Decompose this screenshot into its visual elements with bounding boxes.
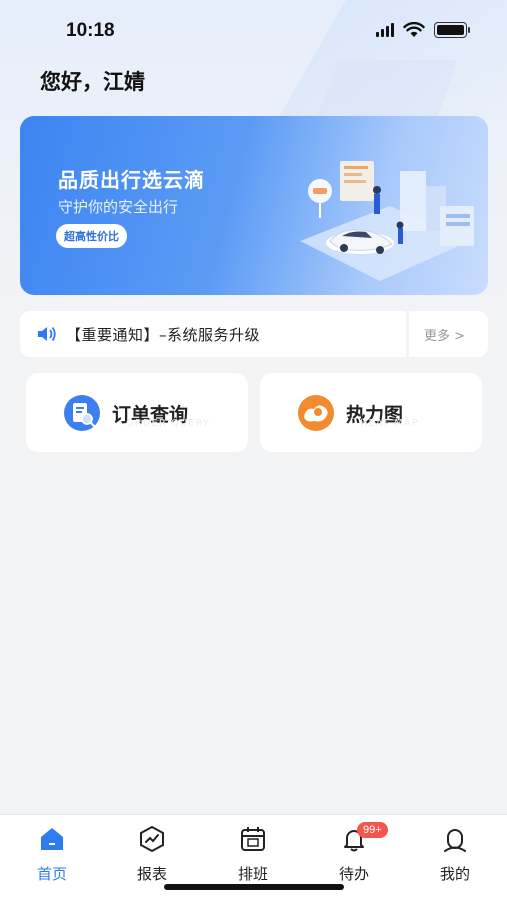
tab-label: 我的	[439, 865, 470, 883]
user-icon	[444, 829, 466, 852]
greeting-title: 您好，江婧	[40, 70, 145, 94]
battery-icon	[434, 22, 470, 38]
promo-banner[interactable]: 品质出行选云滴 守护你的安全出行 超高性价比	[20, 116, 488, 295]
order-search-icon	[64, 395, 100, 431]
tab-label: 待办	[338, 865, 369, 883]
wifi-icon	[403, 22, 425, 37]
notice-bar[interactable]: 【重要通知】–系统服务升级 更多 >	[20, 311, 488, 357]
notice-text[interactable]: 【重要通知】–系统服务升级	[66, 324, 260, 345]
tab-schedule[interactable]: 排班	[218, 825, 288, 885]
heatmap-icon	[298, 395, 334, 431]
status-icons	[376, 22, 470, 38]
report-icon	[140, 825, 164, 853]
heatmap-card[interactable]: 热力图 HEAT MAP	[260, 373, 482, 452]
card-watermark: ORDER QUERY	[126, 418, 210, 429]
divider	[406, 311, 409, 357]
order-query-card[interactable]: 订单查询 ORDER QUERY	[26, 373, 248, 452]
notice-more-link[interactable]: 更多 >	[424, 325, 465, 344]
banner-subtitle: 守护你的安全出行	[58, 198, 179, 216]
home-indicator	[164, 884, 344, 890]
speaker-icon	[38, 326, 56, 342]
car-city-illustration	[300, 161, 474, 281]
card-watermark: HEAT MAP	[360, 418, 419, 429]
tab-mine[interactable]: 我的	[420, 825, 490, 885]
home-icon	[41, 828, 63, 850]
tab-home[interactable]: 首页	[17, 825, 87, 885]
tab-label: 排班	[237, 865, 268, 883]
banner-title: 品质出行选云滴	[58, 168, 205, 192]
tab-report[interactable]: 报表	[117, 825, 187, 885]
tab-todo[interactable]: 99+ 待办	[319, 822, 389, 885]
tab-label: 首页	[36, 865, 67, 883]
status-time: 10:18	[66, 20, 115, 41]
banner-tag: 超高性价比	[56, 224, 127, 248]
calendar-icon	[241, 827, 265, 851]
status-bar: 10:18	[0, 0, 507, 60]
cellular-signal-icon	[376, 23, 394, 37]
todo-count-badge: 99+	[357, 822, 388, 838]
tab-label: 报表	[136, 865, 167, 883]
decor-shape	[316, 60, 458, 120]
